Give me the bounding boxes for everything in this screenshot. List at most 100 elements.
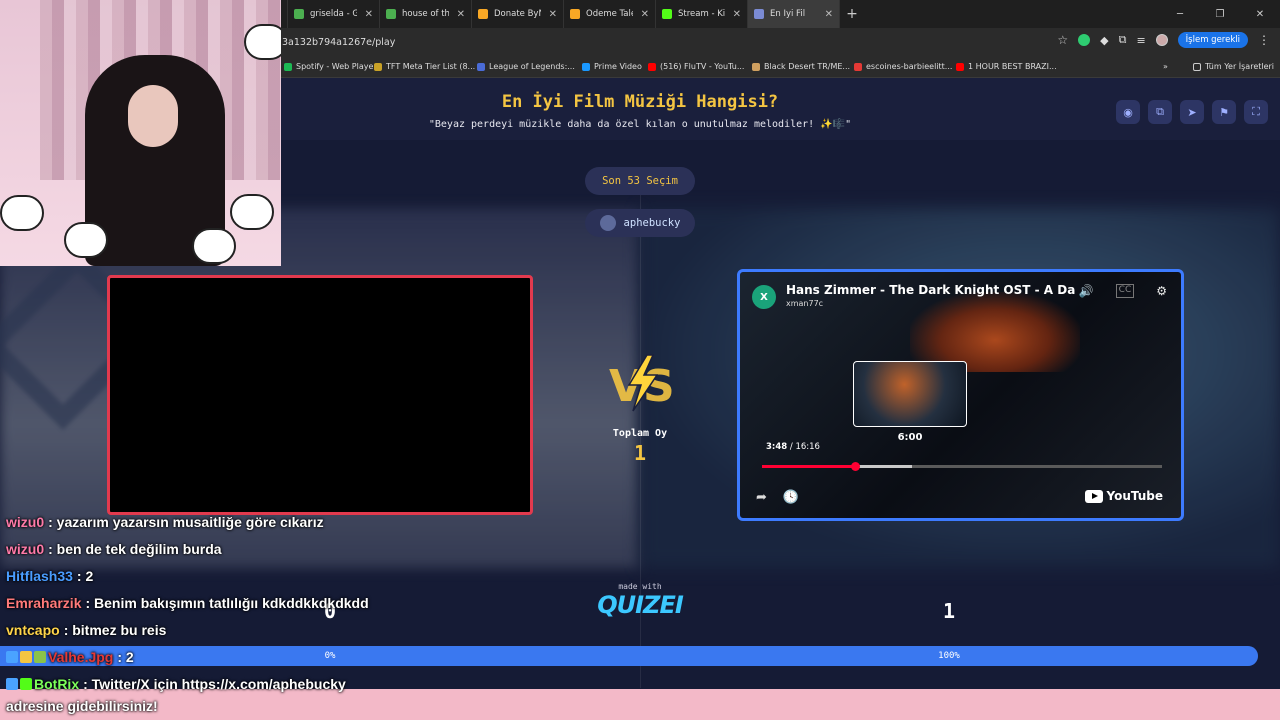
profile-avatar-icon[interactable] (1155, 34, 1168, 46)
bookmarks-overflow-icon[interactable]: » (1163, 62, 1168, 71)
bookmark-label: escoines-barbieelitt... (866, 62, 953, 71)
bookmark-item[interactable]: TFT Meta Tier List (8... (374, 62, 475, 71)
tab-favicon-icon (570, 9, 580, 19)
total-votes-label: Toplam Oy (612, 428, 668, 439)
tab-favicon-icon (478, 9, 488, 19)
bookmark-label: Prime Video (594, 62, 642, 71)
user-chip[interactable]: aphebucky (585, 209, 695, 237)
new-tab-button[interactable]: + (840, 6, 864, 22)
chat-username: wizu0 (6, 514, 45, 530)
channel-avatar[interactable]: X (752, 285, 776, 309)
url-field[interactable]: 3a132b794a1267e/play (282, 37, 395, 48)
quizei-logo[interactable]: QUIZEI (590, 591, 690, 619)
chat-message: BotRix: Twitter/X için https://x.com/aph… (6, 676, 346, 692)
webcam-overlay (0, 0, 281, 266)
bookmark-favicon-icon (284, 62, 292, 71)
bookmark-item[interactable]: (516) FluTV - YouTu... (648, 62, 744, 71)
volume-icon[interactable]: 🔊 (1079, 284, 1094, 298)
total-votes-count: 1 (633, 441, 647, 465)
youtube-logo[interactable]: YouTube (1085, 489, 1163, 503)
fullscreen-icon[interactable]: ⛶ (1244, 100, 1268, 124)
chat-text: : 2 (117, 649, 134, 665)
browser-tab[interactable]: Stream - Kick ✕ (656, 0, 748, 28)
left-video-player[interactable] (107, 275, 533, 515)
seek-preview-time: 6:00 (897, 432, 923, 443)
settings-gear-icon[interactable]: ⚙ (1156, 284, 1167, 298)
chat-text: : Benim bakışımın tatlılığıı kdkddkkdkdk… (85, 595, 369, 611)
bookmark-item[interactable]: 1 HOUR BEST BRAZI... (956, 62, 1057, 71)
tab-close-icon[interactable]: ✕ (825, 9, 833, 20)
chat-username: Hitflash33 (6, 568, 73, 584)
chat-text: : 2 (76, 568, 94, 584)
bookmark-item[interactable]: Black Desert TR/ME... (752, 62, 850, 71)
tab-label: house of the (402, 9, 449, 19)
right-video-player[interactable]: X Hans Zimmer - The Dark Knight OST - A … (737, 269, 1184, 521)
minimize-icon[interactable]: ─ (1160, 9, 1200, 20)
chat-message: vntcapo: bitmez bu reis (6, 622, 166, 638)
tab-favicon-icon (754, 9, 764, 19)
browser-tab[interactable]: house of the ✕ (380, 0, 472, 28)
hello-kitty-sticker (192, 228, 236, 264)
tab-close-icon[interactable]: ✕ (549, 9, 557, 20)
chat-badge-icon (6, 678, 18, 690)
tab-favicon-icon (294, 9, 304, 19)
chat-message: adresine gidebilirsiniz! (6, 698, 158, 714)
username: aphebucky (623, 217, 681, 229)
bookmark-item[interactable]: Prime Video (582, 62, 642, 71)
extensions-puzzle-icon[interactable]: ⧉ (1119, 33, 1127, 47)
restore-icon[interactable]: ❐ (1200, 9, 1240, 20)
right-vote-count: 1 (942, 599, 956, 623)
folder-icon (1193, 62, 1201, 71)
share-icon[interactable]: ➤ (1180, 100, 1204, 124)
bookmark-item[interactable]: League of Legends:... (477, 62, 575, 71)
browser-tab[interactable]: Donate ByN ✕ (472, 0, 564, 28)
scrubber-handle[interactable] (851, 461, 861, 471)
tab-favicon-icon (662, 9, 672, 19)
current-time: 3:48 (766, 442, 788, 452)
browser-tab[interactable]: Ödeme Talep ✕ (564, 0, 656, 28)
star-icon[interactable]: ☆ (1057, 33, 1068, 47)
media-controls-icon[interactable]: ≡ (1136, 34, 1145, 47)
video-title[interactable]: Hans Zimmer - The Dark Knight OST - A Da… (786, 283, 1076, 297)
pending-action-button[interactable]: İşlem gerekli (1177, 32, 1248, 48)
chat-message: wizu0: yazarım yazarsın musaitliğe göre … (6, 514, 324, 530)
progress-bar[interactable] (762, 461, 1162, 471)
chat-message: Valhe.Jpg: 2 (6, 649, 134, 665)
tab-label: griselda - Go (310, 9, 357, 19)
chat-badge-icon (34, 651, 46, 663)
chat-username: Valhe.Jpg (48, 649, 114, 665)
played-bar (762, 465, 856, 468)
watch-later-clock-icon[interactable]: 🕓 (783, 490, 799, 505)
tab-close-icon[interactable]: ✕ (365, 9, 373, 20)
tab-close-icon[interactable]: ✕ (641, 9, 649, 20)
extension-green-icon[interactable] (1078, 34, 1091, 46)
tab-close-icon[interactable]: ✕ (733, 9, 741, 20)
eye-icon[interactable]: ◉ (1116, 100, 1140, 124)
share-arrow-icon[interactable]: ➦ (756, 490, 767, 505)
channel-name[interactable]: xman77c (786, 299, 823, 308)
flag-icon[interactable]: ⚑ (1212, 100, 1236, 124)
chat-badge-icon (20, 651, 32, 663)
tab-close-icon[interactable]: ✕ (457, 9, 465, 20)
batman-logo-fire (910, 292, 1080, 372)
chat-text: : yazarım yazarsın musaitliğe göre cıkar… (48, 514, 324, 530)
copy-icon[interactable]: ⧉ (1148, 100, 1172, 124)
bookmark-favicon-icon (956, 62, 964, 71)
chat-text: : ben de tek değilim burda (48, 541, 222, 557)
captions-icon[interactable]: CC (1115, 284, 1135, 298)
chat-text: adresine gidebilirsiniz! (6, 698, 158, 714)
hello-kitty-sticker (0, 195, 44, 231)
chat-username: vntcapo (6, 622, 60, 638)
menu-kebab-icon[interactable]: ⋮ (1258, 33, 1270, 47)
chat-badge-icon (20, 678, 32, 690)
browser-tab[interactable]: En İyi Fil ✕ (748, 0, 840, 28)
recent-picks-chip[interactable]: Son 53 Seçim (585, 167, 695, 195)
bookmark-item[interactable]: Spotify - Web Playe... (284, 62, 381, 71)
bookmark-favicon-icon (582, 62, 590, 71)
all-bookmarks-folder[interactable]: Tüm Yer İşaretleri (1193, 62, 1274, 71)
bookmark-item[interactable]: escoines-barbieelitt... (854, 62, 952, 71)
extension-diamond-icon[interactable]: ◆ (1100, 34, 1108, 47)
browser-tab[interactable]: griselda - Go ✕ (288, 0, 380, 28)
close-window-icon[interactable]: ✕ (1240, 9, 1280, 20)
bookmark-label: League of Legends:... (489, 62, 575, 71)
